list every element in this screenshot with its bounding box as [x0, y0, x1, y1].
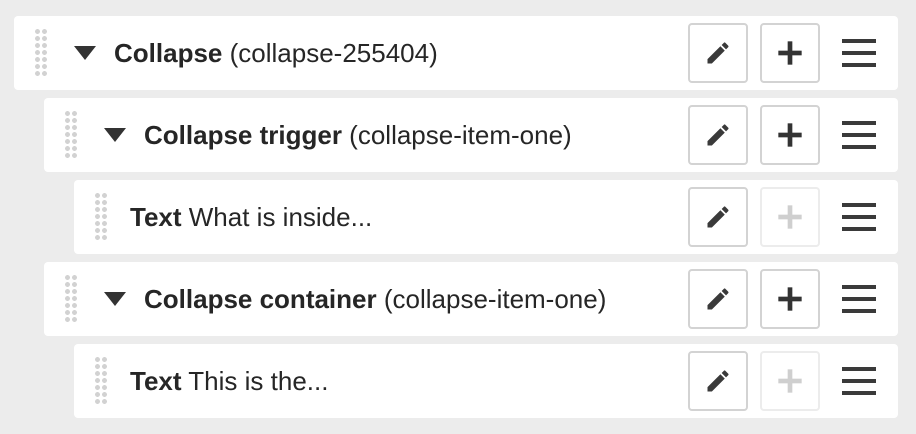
- pencil-icon: [707, 124, 729, 146]
- row-name: Collapse: [114, 38, 223, 68]
- plus-icon: [778, 287, 802, 311]
- edit-button[interactable]: [688, 187, 748, 247]
- edit-button[interactable]: [688, 269, 748, 329]
- tree-row-collapse[interactable]: Collapse (collapse-255404): [14, 16, 898, 90]
- plus-icon: [778, 123, 802, 147]
- edit-button[interactable]: [688, 351, 748, 411]
- caret-down-icon[interactable]: [104, 292, 126, 306]
- edit-button[interactable]: [688, 23, 748, 83]
- pencil-icon: [707, 42, 729, 64]
- pencil-icon: [707, 206, 729, 228]
- row-label: Collapse (collapse-255404): [114, 16, 438, 90]
- row-name: Text: [130, 366, 182, 396]
- row-name: Text: [130, 202, 182, 232]
- row-detail: (collapse-item-one): [349, 120, 572, 150]
- row-name: Collapse trigger: [144, 120, 342, 150]
- add-button[interactable]: [760, 23, 820, 83]
- row-label: Collapse trigger (collapse-item-one): [144, 98, 572, 172]
- plus-icon: [778, 41, 802, 65]
- tree-row-text[interactable]: Text This is the...: [74, 344, 898, 418]
- drag-handle-icon[interactable]: [94, 192, 108, 242]
- row-detail: This is the...: [188, 366, 329, 396]
- row-menu-button[interactable]: [842, 366, 876, 396]
- hamburger-menu-icon: [842, 203, 876, 231]
- drag-handle-icon[interactable]: [34, 28, 48, 78]
- hamburger-menu-icon: [842, 285, 876, 313]
- plus-icon: [778, 205, 802, 229]
- row-menu-button[interactable]: [842, 284, 876, 314]
- hamburger-menu-icon: [842, 367, 876, 395]
- add-button[interactable]: [760, 269, 820, 329]
- row-menu-button[interactable]: [842, 120, 876, 150]
- hamburger-menu-icon: [842, 121, 876, 149]
- pencil-icon: [707, 370, 729, 392]
- caret-down-icon[interactable]: [104, 128, 126, 142]
- row-label: Text This is the...: [130, 344, 328, 418]
- row-menu-button[interactable]: [842, 202, 876, 232]
- tree-row-text[interactable]: Text What is inside...: [74, 180, 898, 254]
- row-label: Text What is inside...: [130, 180, 372, 254]
- row-detail: (collapse-item-one): [383, 284, 607, 314]
- plus-icon: [778, 369, 802, 393]
- add-button-disabled: [760, 187, 820, 247]
- row-detail: What is inside...: [188, 202, 373, 232]
- drag-handle-icon[interactable]: [94, 356, 108, 406]
- add-button-disabled: [760, 351, 820, 411]
- row-menu-button[interactable]: [842, 38, 876, 68]
- row-name: Collapse container: [144, 284, 377, 314]
- component-tree: Collapse (collapse-255404) Collapse trig…: [0, 0, 916, 434]
- caret-down-icon[interactable]: [74, 46, 96, 60]
- pencil-icon: [707, 288, 729, 310]
- drag-handle-icon[interactable]: [64, 110, 78, 160]
- add-button[interactable]: [760, 105, 820, 165]
- hamburger-menu-icon: [842, 39, 876, 67]
- tree-row-collapse-container[interactable]: Collapse container (collapse-item-one): [44, 262, 898, 336]
- edit-button[interactable]: [688, 105, 748, 165]
- row-detail: (collapse-255404): [229, 38, 438, 68]
- row-label: Collapse container (collapse-item-one): [144, 262, 606, 336]
- tree-row-collapse-trigger[interactable]: Collapse trigger (collapse-item-one): [44, 98, 898, 172]
- drag-handle-icon[interactable]: [64, 274, 78, 324]
